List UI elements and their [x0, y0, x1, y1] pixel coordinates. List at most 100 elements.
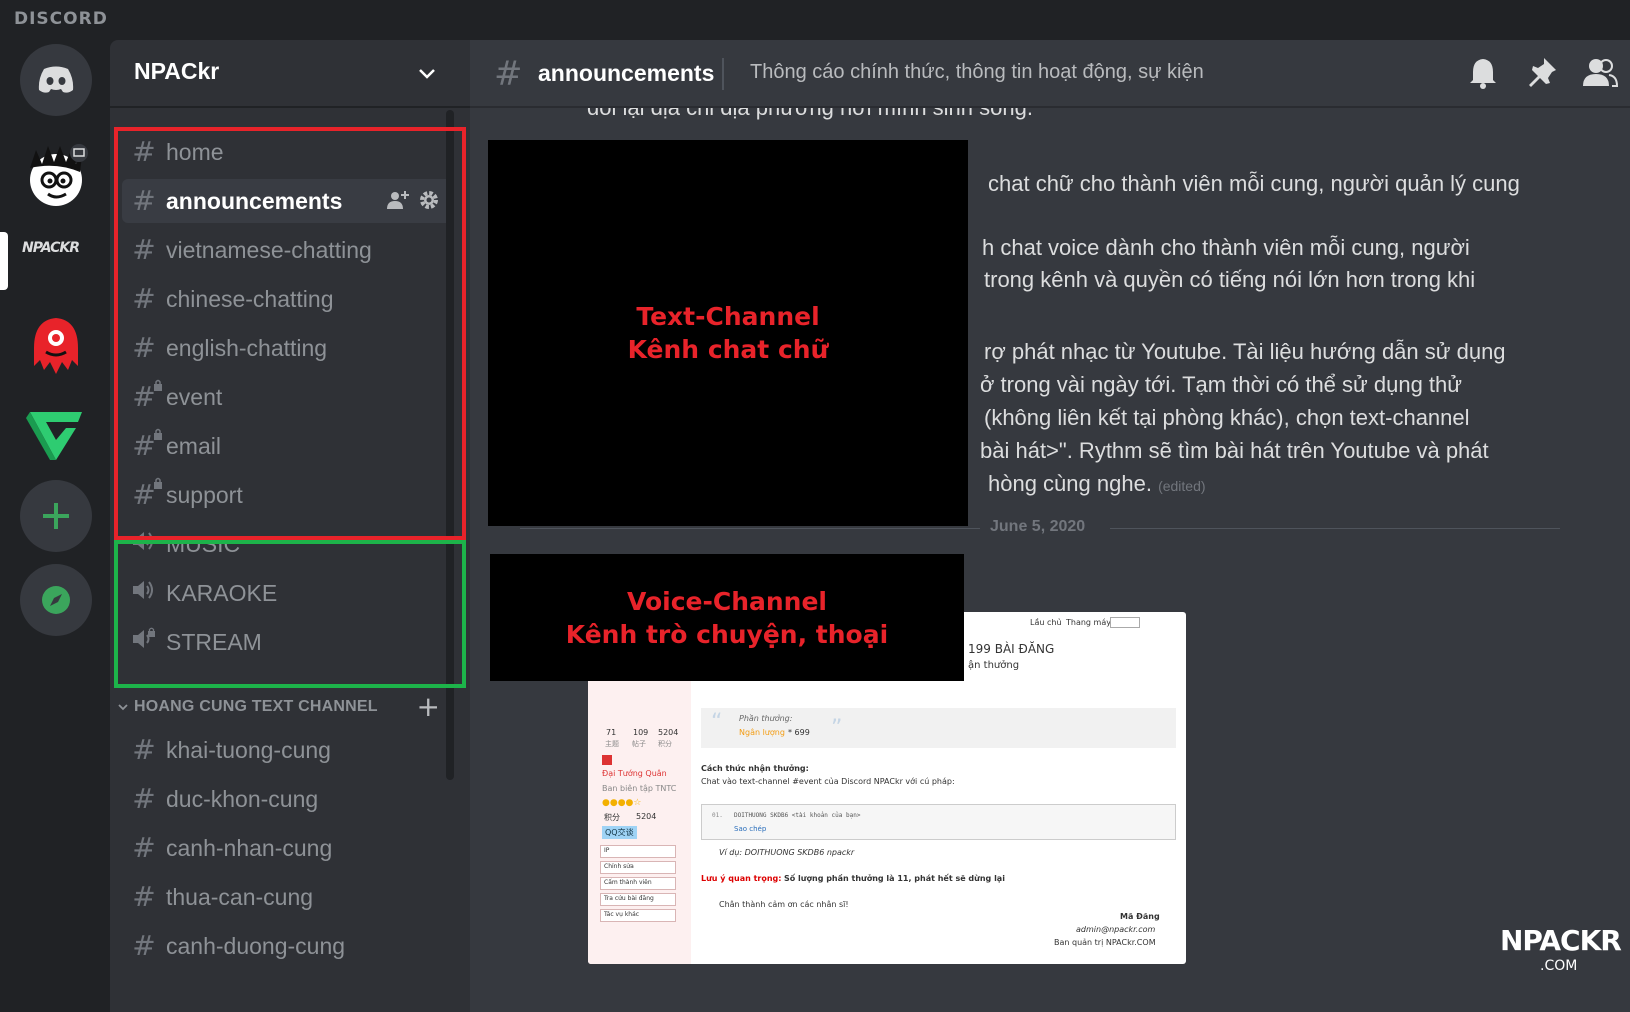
message-line: h chat voice dành cho thành viên mỗi cun…	[982, 235, 1470, 260]
howto-title: Cách thức nhận thưởng:	[701, 764, 809, 773]
channel-thua-can-cung[interactable]: # thua-can-cung	[122, 875, 452, 919]
channel-label: thua-can-cung	[166, 883, 314, 910]
npackr-watermark: NPACKR	[1500, 924, 1622, 957]
thanks-text: Chân thành cảm ơn các nhân sĩ!	[719, 900, 849, 909]
edited-tag: (edited)	[1158, 478, 1206, 494]
side-field: Chỉnh sửa	[600, 861, 676, 874]
divider-line	[1110, 528, 1560, 529]
message-line: ở trong vài ngày tới. Tạm thời có thể sử…	[980, 372, 1463, 397]
red-mascot-icon	[34, 318, 78, 374]
watermark-domain: .COM	[1540, 958, 1578, 974]
voice-channel-highlight-box	[114, 540, 466, 688]
channel-khai-tuong-cung[interactable]: # khai-tuong-cung	[122, 728, 452, 772]
hash-icon: #	[132, 929, 156, 962]
member-list-icon[interactable]	[1582, 56, 1618, 90]
side-field-label: Cấm thành viên	[604, 879, 652, 886]
green-v-icon	[26, 412, 82, 460]
message-line: hòng cùng nghe. (edited)	[988, 468, 1206, 502]
chat-header: # announcements Thông cáo chính thức, th…	[470, 40, 1630, 108]
add-server-button[interactable]	[20, 480, 92, 552]
channel-canh-duong-cung[interactable]: # canh-duong-cung	[122, 924, 452, 968]
code-text: DOITHUONG SKDB6 <tài khoản của bạn>	[734, 812, 861, 819]
chevron-down-icon	[419, 69, 435, 79]
side-field: Cấm thành viên	[600, 877, 676, 890]
copy-link: Sao chép	[734, 825, 767, 833]
level-stars-icon: ●●●●☆	[602, 798, 642, 808]
side-field-label: Chỉnh sửa	[604, 863, 634, 870]
rank-title: Đại Tướng Quân	[602, 769, 667, 778]
top-link: Lầu chủ	[1030, 618, 1062, 627]
message-line: (không liên kết tại phòng khác), chọn te…	[984, 405, 1470, 430]
message-line: bài hát>". Rythm sẽ tìm bài hát trên You…	[980, 438, 1489, 463]
pin-icon[interactable]	[1526, 56, 1558, 90]
hash-icon: #	[494, 54, 523, 94]
side-field: Tác vụ khác	[600, 909, 676, 922]
user-group: Ban biên tập TNTC	[602, 784, 677, 793]
reward-label: Phần thưởng:	[739, 714, 793, 723]
stat-b-label: 帖子	[632, 740, 646, 748]
header-divider	[722, 58, 724, 90]
category-label: HOANG CUNG TEXT CHANNEL	[134, 698, 378, 715]
rank-badge-icon	[602, 755, 612, 765]
red-mascot-server[interactable]	[20, 310, 92, 382]
channel-label: duc-khon-cung	[166, 785, 319, 812]
jump-input	[1110, 617, 1140, 628]
text-channel-callout: Text-Channel Kênh chat chữ	[488, 140, 968, 526]
channel-duc-khon-cung[interactable]: # duc-khon-cung	[122, 777, 452, 821]
bell-icon[interactable]	[1468, 56, 1498, 90]
green-logo-server[interactable]	[20, 400, 92, 472]
howto-text: Chat vào text-channel #event của Discord…	[701, 777, 955, 786]
quote-close-icon: ”	[831, 716, 843, 741]
title-bar: DISCORD	[0, 0, 1630, 40]
channel-topic: Thông cáo chính thức, thông tin hoạt độn…	[750, 61, 1204, 83]
reward-value: Ngân lượng	[739, 728, 785, 737]
callout-line-1: Text-Channel	[636, 302, 820, 331]
sign-name: Mã Đăng	[1120, 912, 1160, 921]
chevron-down-icon	[118, 704, 128, 711]
side-field: Tra cứu bài đăng	[600, 893, 676, 906]
date-label: June 5, 2020	[990, 518, 1086, 535]
note-text: Số lượng phần thưởng là 11, phát hết sẽ …	[784, 874, 1005, 883]
message-line: rợ phát nhạc từ Youtube. Tài liệu hướng …	[984, 339, 1506, 364]
stat-a-label: 主题	[605, 740, 619, 748]
points-label: 积分	[604, 813, 620, 822]
discord-wordmark: DISCORD	[14, 9, 108, 29]
stat-a: 71	[606, 728, 617, 737]
server-header[interactable]: NPACkr	[110, 40, 470, 108]
selected-server-pill	[0, 232, 8, 290]
reward-tag: ận thưởng	[968, 660, 1020, 671]
stat-b: 109	[633, 728, 649, 737]
channel-label: canh-duong-cung	[166, 932, 346, 959]
cartoon-face-icon	[30, 144, 88, 206]
points-value: 5204	[636, 812, 657, 821]
sign-email: admin@npackr.com	[1076, 925, 1156, 934]
stat-c: 5204	[658, 728, 679, 737]
callout-line-1: Voice-Channel	[626, 586, 827, 616]
reward-quote: “ Phần thưởng: Ngân lượng * 699 ”	[701, 708, 1176, 748]
hash-icon: #	[132, 733, 156, 766]
server-name: NPACkr	[134, 58, 220, 84]
code-block: 01. DOITHUONG SKDB6 <tài khoản của bạn> …	[701, 804, 1176, 840]
explore-button[interactable]	[20, 564, 92, 636]
message-text: hòng cùng nghe.	[988, 471, 1152, 496]
category-hoang-cung[interactable]: HOANG CUNG TEXT CHANNEL +	[116, 690, 456, 723]
plus-icon	[43, 503, 69, 529]
example-text: Ví dụ: DOITHUONG SKDB6 npackr	[719, 848, 855, 857]
home-button[interactable]	[20, 44, 92, 116]
code-line-number: 01.	[712, 812, 723, 819]
npackr-avatar[interactable]	[20, 140, 92, 212]
side-field-label: IP	[604, 847, 610, 854]
post-count: 199 BÀI ĐĂNG	[968, 642, 1055, 656]
hash-icon: #	[132, 782, 156, 815]
text-channel-highlight-box	[114, 127, 466, 540]
server-list: NPACKR	[0, 40, 108, 1012]
qq-button: QQ交谈	[602, 826, 637, 839]
npackr-server-label[interactable]: NPACKR	[22, 240, 80, 256]
callout-line-2: Kênh chat chữ	[627, 335, 829, 364]
compass-icon	[42, 586, 70, 614]
create-channel-icon[interactable]: +	[417, 690, 440, 723]
channel-canh-nhan-cung[interactable]: # canh-nhan-cung	[122, 826, 452, 870]
note-label: Lưu ý quan trọng:	[701, 874, 782, 883]
side-field-label: Tác vụ khác	[604, 911, 640, 918]
channel-label: canh-nhan-cung	[166, 834, 333, 861]
